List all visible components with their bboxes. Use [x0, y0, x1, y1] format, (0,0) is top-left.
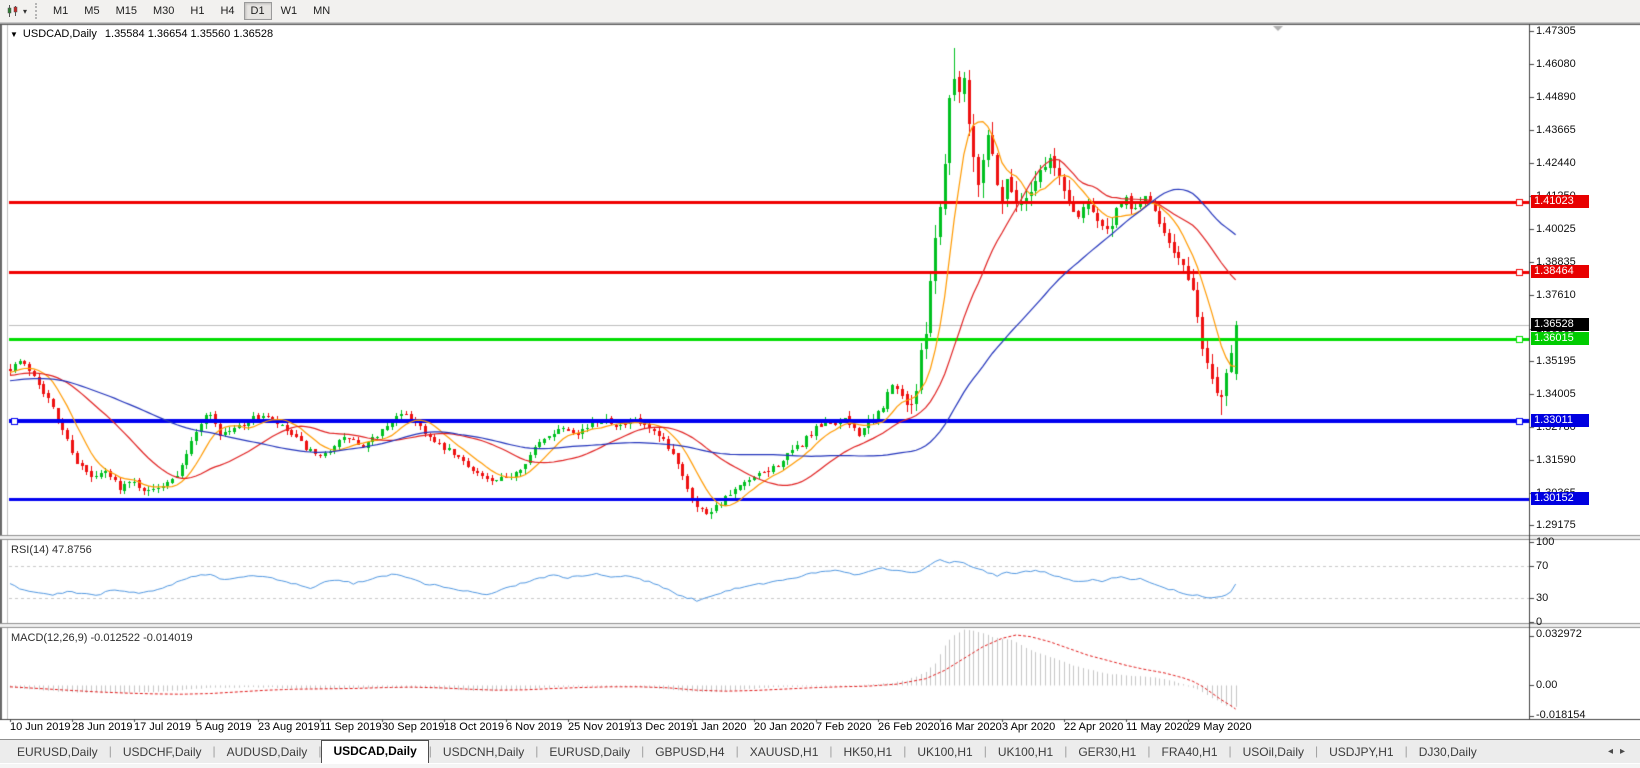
- rsi-name: RSI(14): [11, 544, 49, 556]
- date-tick-label: 18 Oct 2019: [444, 721, 504, 733]
- macd-name: MACD(12,26,9): [11, 632, 88, 644]
- date-tick-label: 3 Apr 2020: [1002, 721, 1056, 733]
- ohlc-values: 1.35584 1.36654 1.35560 1.36528: [104, 28, 274, 40]
- date-tick-label: 11 Sep 2019: [320, 721, 382, 733]
- rsi-value: 47.8756: [51, 544, 92, 556]
- macd-values: -0.012522 -0.014019: [90, 632, 193, 644]
- tab-scroll-arrows: ◂▸: [1608, 746, 1632, 757]
- trading-terminal: ▾ M1M5M15M30H1H4D1W1MN ▼USDCAD,Daily1.35…: [0, 0, 1640, 768]
- date-tick-label: 7 Feb 2020: [816, 721, 872, 733]
- price-tick-label: 1.46080: [1536, 58, 1576, 71]
- price-tick-label: 1.43665: [1536, 123, 1576, 136]
- rsi-tick-label: 30: [1536, 592, 1549, 604]
- symbol-label: USDCAD,Daily: [22, 28, 97, 40]
- level-price-flag[interactable]: 1.36015: [1531, 331, 1589, 345]
- price-tick-label: 1.29175: [1536, 519, 1576, 532]
- price-tick-label: 1.42440: [1536, 157, 1576, 170]
- macd-tick-label: -0.018154: [1536, 709, 1586, 721]
- level-price-flag[interactable]: 1.38464: [1531, 264, 1589, 278]
- price-tick-label: 1.40025: [1536, 223, 1576, 236]
- rsi-label: RSI(14) 47.8756: [11, 544, 92, 556]
- macd-tick-label: 0.032972: [1536, 628, 1582, 640]
- chart-title: ▼ USDCAD,Daily 1.35584 1.36654 1.35560 1.3…: [10, 28, 273, 40]
- price-chart-canvas[interactable]: [0, 0, 1640, 768]
- date-tick-label: 29 May 2020: [1188, 721, 1252, 733]
- rsi-tick-label: 70: [1536, 560, 1549, 572]
- level-price-flag[interactable]: 1.41023: [1531, 195, 1589, 209]
- level-price-flag[interactable]: 1.30152: [1531, 491, 1589, 505]
- current-price-flag: 1.36528: [1531, 317, 1589, 331]
- rsi-tick-label: 0: [1536, 616, 1543, 628]
- price-tick-label: 1.31590: [1536, 453, 1576, 466]
- price-tick-label: 1.35195: [1536, 355, 1576, 368]
- date-tick-label: 26 Feb 2020: [878, 721, 940, 733]
- date-tick-label: 11 May 2020: [1126, 721, 1189, 733]
- price-tick-label: 1.34005: [1536, 387, 1576, 400]
- date-tick-label: 5 Aug 2019: [196, 721, 252, 733]
- date-tick-label: 23 Aug 2019: [258, 721, 320, 733]
- macd-tick-label: 0.00: [1536, 679, 1558, 692]
- price-tick-label: 1.37610: [1536, 289, 1576, 302]
- rsi-tick-label: 100: [1536, 536, 1555, 548]
- price-tick-label: 1.44890: [1536, 90, 1576, 103]
- date-tick-label: 17 Jul 2019: [134, 721, 191, 733]
- tab-scroll-right-icon[interactable]: ▸: [1620, 746, 1632, 757]
- tab-scroll-left-icon[interactable]: ◂: [1608, 746, 1620, 757]
- date-tick-label: 30 Sep 2019: [382, 721, 445, 733]
- date-tick-label: 1 Jan 2020: [692, 721, 747, 733]
- price-tick-label: 1.47305: [1536, 24, 1576, 37]
- level-price-flag[interactable]: 1.33011: [1531, 413, 1589, 427]
- date-tick-label: 13 Dec 2019: [630, 721, 693, 733]
- date-tick-label: 10 Jun 2019: [10, 721, 71, 733]
- date-tick-label: 6 Nov 2019: [506, 721, 563, 733]
- date-tick-label: 28 Jun 2019: [72, 721, 133, 733]
- collapse-icon[interactable]: ▼: [10, 30, 18, 39]
- date-tick-label: 25 Nov 2019: [568, 721, 631, 733]
- date-tick-label: 22 Apr 2020: [1064, 721, 1124, 733]
- date-tick-label: 16 Mar 2020: [940, 721, 1002, 733]
- date-tick-label: 20 Jan 2020: [754, 721, 815, 733]
- macd-label: MACD(12,26,9) -0.012522 -0.014019: [11, 632, 193, 644]
